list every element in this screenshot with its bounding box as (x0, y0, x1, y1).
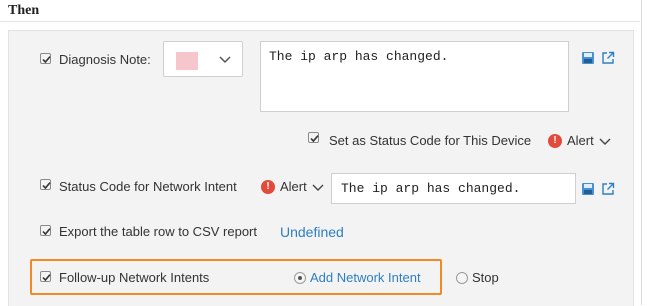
scroll-edge (641, 0, 642, 305)
diagnosis-note-textarea[interactable]: The ip arp has changed. (260, 41, 569, 112)
external-link-icon[interactable] (601, 51, 615, 65)
title-divider (0, 21, 640, 22)
diagnosis-checkbox[interactable] (40, 53, 51, 64)
stop-radio[interactable] (456, 272, 468, 284)
device-status-checkbox[interactable] (308, 132, 319, 143)
chevron-down-icon[interactable] (312, 184, 324, 192)
device-status-label: Set as Status Code for This Device (329, 133, 532, 148)
followup-label: Follow-up Network Intents (59, 270, 210, 285)
export-checkbox[interactable] (40, 225, 51, 236)
intent-status-message: The ip arp has changed. (341, 181, 521, 196)
intent-status-label: Status Code for Network Intent (59, 179, 237, 194)
chevron-down-icon (219, 56, 231, 64)
save-icon[interactable] (581, 182, 595, 196)
external-link-icon[interactable] (601, 182, 615, 196)
save-icon[interactable] (581, 51, 595, 65)
intent-status-message-input[interactable]: The ip arp has changed. (331, 173, 576, 204)
add-intent-radio[interactable] (294, 272, 306, 284)
stop-label[interactable]: Stop (472, 270, 499, 285)
color-select[interactable] (163, 41, 243, 77)
section-title: Then (8, 3, 40, 18)
color-swatch (176, 52, 198, 70)
followup-checkbox[interactable] (40, 271, 51, 282)
diagnosis-label: Diagnosis Note: (59, 52, 151, 67)
alert-icon: ! (261, 180, 275, 194)
intent-status-level[interactable]: Alert (280, 179, 307, 194)
export-label: Export the table row to CSV report (59, 224, 257, 239)
alert-icon: ! (548, 134, 562, 148)
chevron-down-icon[interactable] (599, 138, 611, 146)
intent-status-checkbox[interactable] (40, 179, 51, 190)
export-undefined-link[interactable]: Undefined (280, 224, 344, 240)
diagnosis-note-text: The ip arp has changed. (269, 49, 449, 64)
device-status-level[interactable]: Alert (567, 133, 594, 148)
add-network-intent-link[interactable]: Add Network Intent (310, 270, 421, 285)
